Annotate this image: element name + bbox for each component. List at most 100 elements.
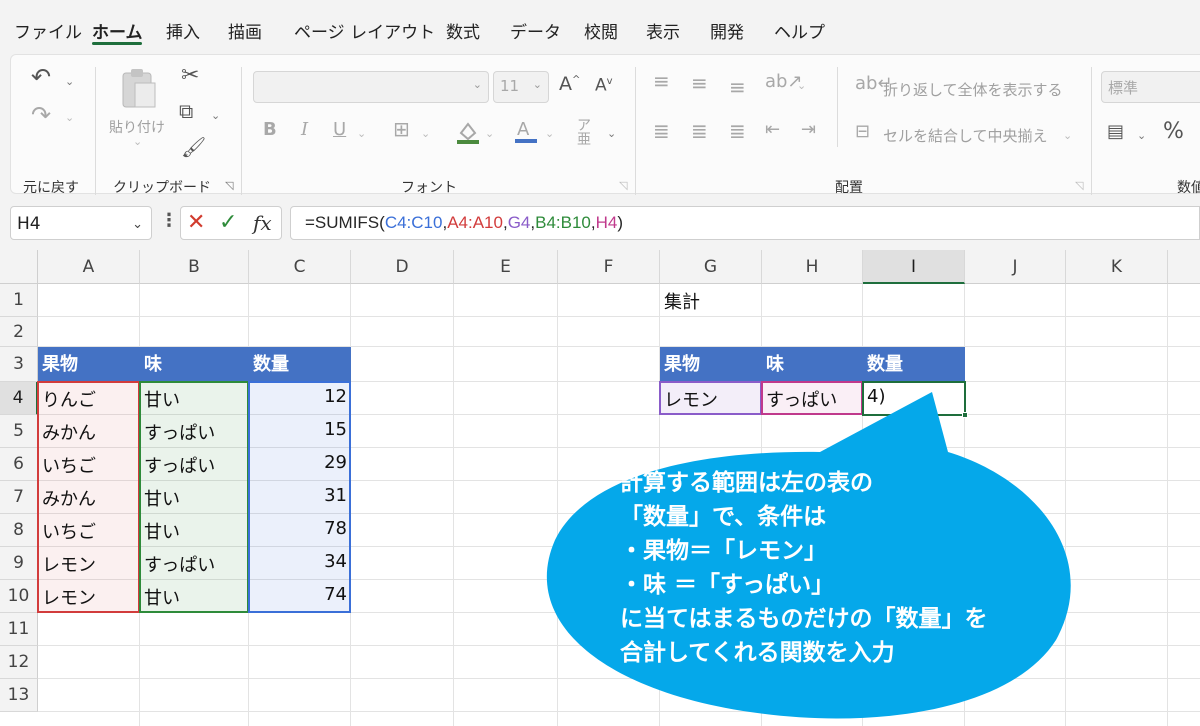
table-cell-qty[interactable]: 74 (249, 584, 351, 605)
redo-icon[interactable]: ↷ (31, 103, 51, 127)
row-header-13[interactable]: 13 (0, 679, 38, 712)
row-header-3[interactable]: 3 (0, 347, 38, 382)
borders-dropdown-icon[interactable]: ⌄ (421, 127, 430, 140)
font-size-select[interactable]: 11 ⌄ (493, 71, 549, 103)
table-cell-qty[interactable]: 34 (249, 551, 351, 572)
table-cell-qty[interactable]: 31 (249, 485, 351, 506)
tab-review[interactable]: 校閲 (584, 18, 618, 43)
table-cell-qty[interactable]: 15 (249, 419, 351, 440)
table-cell-fruit[interactable]: レモン (38, 551, 140, 577)
tab-developer[interactable]: 開発 (710, 18, 744, 43)
increase-font-icon[interactable]: A^ (559, 75, 580, 94)
underline-button[interactable]: U (333, 121, 346, 139)
cancel-icon[interactable]: ✕ (187, 210, 205, 235)
paste-label[interactable]: 貼り付け (109, 117, 165, 137)
accounting-dropdown-icon[interactable]: ⌄ (1137, 129, 1146, 142)
column-header-c[interactable]: C (249, 250, 351, 284)
merge-center-button[interactable]: セルを結合して中央揃え (883, 125, 1048, 146)
increase-indent-icon[interactable]: ⇥ (801, 121, 816, 139)
font-color-icon[interactable]: A (513, 117, 539, 145)
table-cell-qty[interactable]: 29 (249, 452, 351, 473)
copy-dropdown-icon[interactable]: ⌄ (211, 109, 220, 122)
tab-insert[interactable]: 挿入 (166, 18, 200, 43)
row-header-6[interactable]: 6 (0, 448, 38, 481)
tab-home[interactable]: ホーム (92, 18, 143, 43)
accounting-format-icon[interactable]: ▤ (1107, 123, 1124, 141)
select-all-corner[interactable] (0, 250, 38, 284)
font-name-select[interactable]: ⌄ (253, 71, 489, 103)
bold-button[interactable]: B (263, 121, 277, 139)
row-header-7[interactable]: 7 (0, 481, 38, 514)
table-cell-qty[interactable]: 78 (249, 518, 351, 539)
underline-dropdown-icon[interactable]: ⌄ (357, 127, 366, 140)
summary-header-cell[interactable]: 味 (762, 347, 863, 382)
decrease-indent-icon[interactable]: ⇤ (765, 121, 780, 139)
format-painter-icon[interactable]: 🖌 (181, 137, 206, 157)
font-color-dropdown-icon[interactable]: ⌄ (545, 127, 554, 140)
row-header-8[interactable]: 8 (0, 514, 38, 547)
wrap-text-button[interactable]: 折り返して全体を表示する (883, 79, 1063, 100)
borders-icon[interactable]: ⊞ (393, 119, 410, 139)
table-cell-taste[interactable]: 甘い (140, 518, 249, 544)
merge-dropdown-icon[interactable]: ⌄ (1063, 129, 1072, 142)
column-header-h[interactable]: H (762, 250, 863, 284)
clipboard-launcher-icon[interactable]: ◹ (225, 179, 233, 192)
table-cell-fruit[interactable]: みかん (38, 485, 140, 511)
row-header-4[interactable]: 4 (0, 382, 38, 415)
tab-draw[interactable]: 描画 (228, 18, 262, 43)
column-header-f[interactable]: F (558, 250, 660, 284)
fill-color-icon[interactable] (455, 119, 481, 145)
tab-help[interactable]: ヘルプ (774, 18, 825, 43)
align-right-icon[interactable]: ≣ (729, 121, 746, 141)
column-header-e[interactable]: E (454, 250, 558, 284)
table-header-cell[interactable]: 果物 (38, 347, 140, 382)
table-cell-fruit[interactable]: レモン (38, 584, 140, 610)
row-header-5[interactable]: 5 (0, 415, 38, 448)
undo-icon[interactable]: ↶ (31, 65, 51, 89)
tab-formulas[interactable]: 数式 (446, 18, 480, 43)
italic-button[interactable]: I (301, 121, 308, 139)
table-cell-fruit[interactable]: いちご (38, 452, 140, 478)
row-header-2[interactable]: 2 (0, 317, 38, 347)
table-cell-taste[interactable]: すっぱい (140, 419, 249, 445)
row-header-10[interactable]: 10 (0, 580, 38, 613)
summary-cell-fruit[interactable]: レモン (660, 386, 762, 412)
summary-header-cell[interactable]: 果物 (660, 347, 762, 382)
align-left-icon[interactable]: ≣ (653, 121, 670, 141)
table-cell-taste[interactable]: すっぱい (140, 452, 249, 478)
table-cell-fruit[interactable]: みかん (38, 419, 140, 445)
fill-handle[interactable] (962, 412, 968, 418)
column-header-i[interactable]: I (863, 250, 965, 284)
column-header-d[interactable]: D (351, 250, 454, 284)
column-header-a[interactable]: A (38, 250, 140, 284)
tab-file[interactable]: ファイル (14, 18, 82, 43)
table-cell-fruit[interactable]: いちご (38, 518, 140, 544)
column-header-b[interactable]: B (140, 250, 249, 284)
paste-icon[interactable] (119, 67, 159, 111)
table-cell-taste[interactable]: 甘い (140, 584, 249, 610)
summary-title[interactable]: 集計 (660, 288, 700, 314)
table-header-cell[interactable]: 味 (140, 347, 249, 382)
column-header-k[interactable]: K (1066, 250, 1168, 284)
phonetic-dropdown-icon[interactable]: ⌄ (607, 127, 616, 140)
formula-input[interactable]: =SUMIFS(C4:C10,A4:A10,G4,B4:B10,H4) (290, 206, 1200, 240)
align-top-icon[interactable]: ≡ (653, 71, 670, 91)
table-header-cell[interactable]: 数量 (249, 347, 351, 382)
insert-function-icon[interactable]: fx (253, 211, 272, 235)
row-header-12[interactable]: 12 (0, 646, 38, 679)
orientation-dropdown-icon[interactable]: ⌄ (797, 79, 806, 92)
enter-icon[interactable]: ✓ (219, 210, 237, 235)
font-launcher-icon[interactable]: ◹ (619, 179, 627, 192)
undo-dropdown-icon[interactable]: ⌄ (65, 75, 74, 88)
align-bottom-icon[interactable]: ≡ (729, 77, 746, 97)
tab-page-layout[interactable]: ページ レイアウト (294, 18, 435, 43)
fill-color-dropdown-icon[interactable]: ⌄ (485, 127, 494, 140)
row-header-1[interactable]: 1 (0, 284, 38, 317)
alignment-launcher-icon[interactable]: ◹ (1075, 179, 1083, 192)
tab-view[interactable]: 表示 (646, 18, 680, 43)
paste-dropdown-icon[interactable]: ⌄ (133, 135, 142, 148)
align-middle-icon[interactable]: ≡ (691, 73, 708, 93)
table-cell-qty[interactable]: 12 (249, 386, 351, 407)
phonetic-guide-icon[interactable]: ア亜 (577, 119, 591, 147)
redo-dropdown-icon[interactable]: ⌄ (65, 111, 74, 124)
